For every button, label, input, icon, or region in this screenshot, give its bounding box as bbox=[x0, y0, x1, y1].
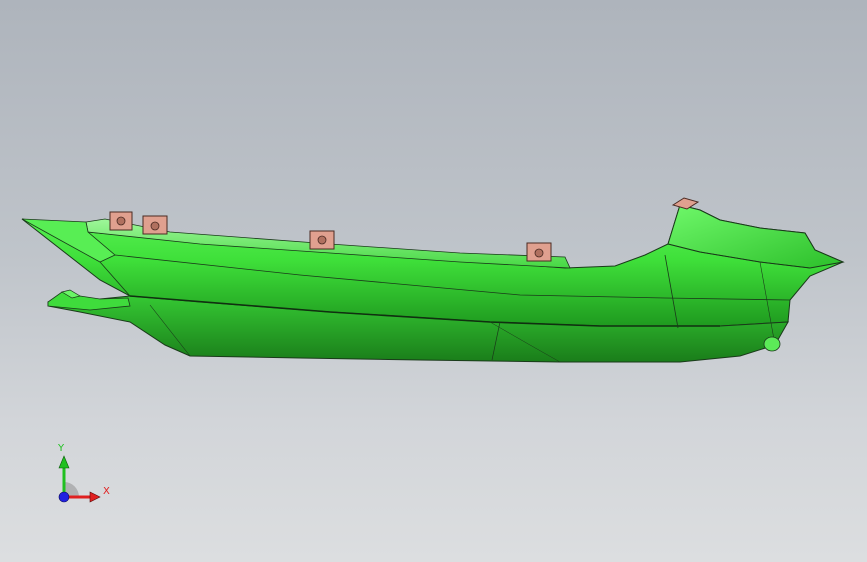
triad-x-label: X bbox=[103, 486, 110, 497]
coordinate-triad-icon bbox=[58, 455, 101, 503]
fairing-rear-nub bbox=[763, 336, 781, 352]
mounting-bracket[interactable] bbox=[309, 230, 335, 250]
mounting-bracket[interactable] bbox=[109, 211, 133, 231]
mounting-bracket[interactable] bbox=[526, 242, 552, 262]
graphics-viewport[interactable]: Y X bbox=[0, 0, 867, 562]
fairing-nose-lower bbox=[47, 291, 131, 311]
mounting-bracket[interactable] bbox=[671, 197, 700, 210]
triad-y-label: Y bbox=[58, 443, 65, 454]
mounting-bracket[interactable] bbox=[142, 215, 168, 235]
cad-model-part[interactable] bbox=[0, 0, 867, 562]
